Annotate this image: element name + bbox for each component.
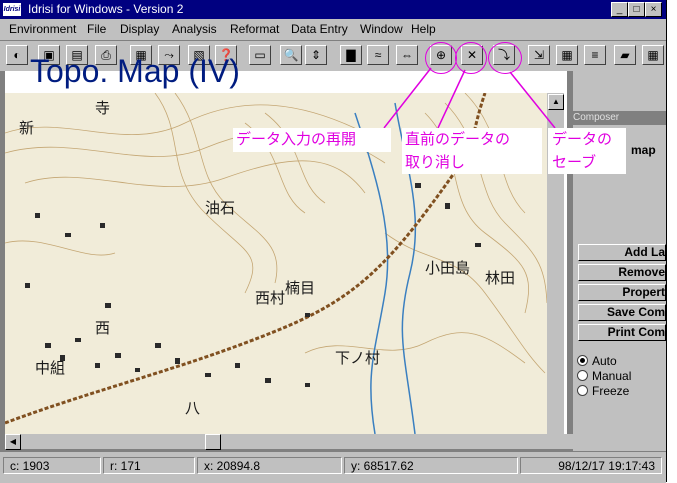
- annotation-save-line2: セーブ: [552, 154, 597, 171]
- annotation-undo-line1: 直前のデータの: [405, 131, 511, 148]
- callout-lines: [383, 67, 556, 129]
- annotation-undo-line2: 取り消し: [405, 154, 466, 171]
- annotation-resume: データ入力の再開: [236, 131, 357, 148]
- annotation-save-line1: データの: [552, 131, 613, 148]
